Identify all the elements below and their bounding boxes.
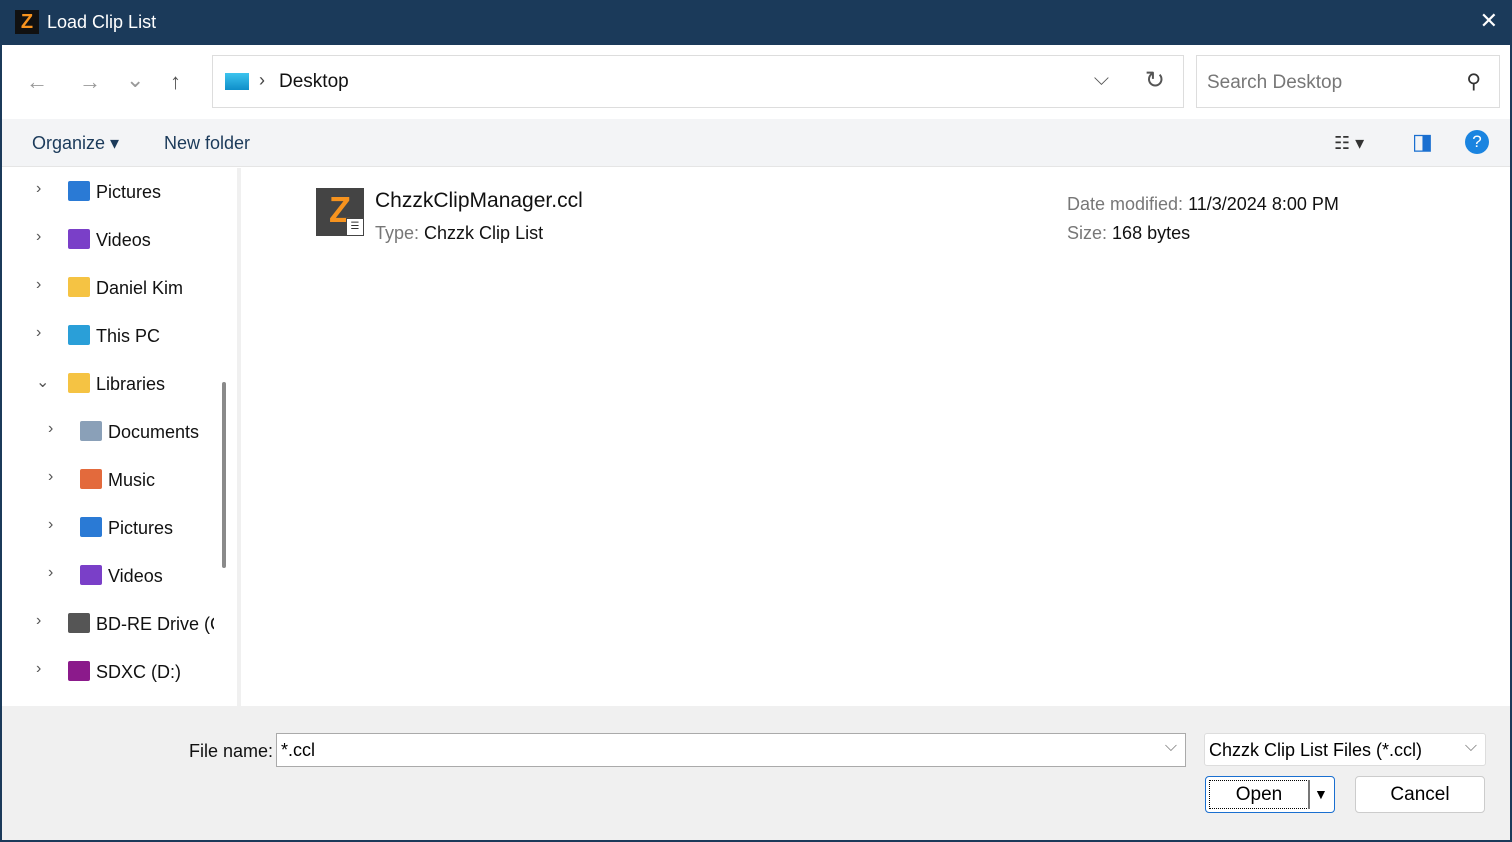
window-title: Load Clip List: [47, 12, 157, 32]
expand-chevron-icon[interactable]: ›: [48, 468, 53, 486]
date-label: Date modified:: [1067, 194, 1184, 214]
sidebar-item-label: Videos: [108, 566, 163, 586]
chevron-down-icon[interactable]: ⌵: [1165, 738, 1177, 756]
file-name-label: File name:: [189, 741, 274, 761]
sidebar-item-label: Videos: [96, 230, 151, 250]
back-button[interactable]: ←: [26, 69, 48, 95]
preview-pane-button[interactable]: ◨: [1412, 129, 1433, 155]
cancel-button[interactable]: Cancel: [1355, 776, 1485, 813]
pane-divider[interactable]: [237, 168, 241, 706]
close-button[interactable]: ✕: [1480, 8, 1498, 34]
file-type: Chzzk Clip List: [424, 223, 544, 243]
folder-icon: [68, 373, 90, 393]
expand-chevron-icon[interactable]: ›: [48, 516, 53, 534]
file-date: 11/3/2024 8:00 PM: [1188, 194, 1339, 214]
sidebar-item[interactable]: › This PC: [2, 312, 214, 360]
disc-drive-icon: [68, 613, 90, 633]
open-label: Open: [1209, 780, 1309, 809]
type-label: Type:: [375, 223, 420, 243]
pictures-icon: [80, 517, 102, 537]
dialog-window: Z Load Clip List ✕ ← → ⌄ ↑ › Desktop ⌵ ↻…: [0, 0, 1512, 842]
sidebar-item-label: Pictures: [108, 518, 174, 538]
sidebar-item[interactable]: › Pictures: [2, 168, 214, 216]
sd-card-icon: [68, 661, 90, 681]
videos-icon: [80, 565, 102, 585]
dialog-footer: File name: *.ccl ⌵ Chzzk Clip List Files …: [2, 706, 1510, 840]
refresh-button[interactable]: ↻: [1145, 66, 1165, 95]
pictures-icon: [68, 181, 90, 201]
title-bar: Z Load Clip List ✕: [2, 0, 1512, 45]
sidebar-item[interactable]: › Pictures: [2, 504, 214, 552]
expand-chevron-icon[interactable]: ›: [48, 564, 53, 582]
sidebar-item-label: Pictures: [96, 182, 162, 202]
sidebar-item-label: Libraries: [96, 374, 166, 394]
sidebar-scrollbar[interactable]: [222, 382, 226, 568]
search-input[interactable]: Search Desktop ⚲: [1196, 55, 1500, 108]
command-bar: Organize ▾ New folder ☷ ▾ ◨ ?: [2, 119, 1510, 167]
sidebar-item[interactable]: › BD-RE Drive (G: [2, 600, 214, 648]
chevron-down-icon: ⌵: [1464, 738, 1477, 755]
expand-chevron-icon[interactable]: ›: [36, 276, 41, 294]
expand-chevron-icon[interactable]: ›: [36, 180, 41, 198]
up-button[interactable]: ↑: [170, 69, 181, 95]
sidebar-item[interactable]: › Music: [2, 456, 214, 504]
sidebar-item[interactable]: › SDXC (D:): [2, 648, 214, 696]
new-folder-button[interactable]: New folder: [164, 133, 250, 154]
open-dropdown-icon[interactable]: ▼: [1314, 777, 1328, 812]
file-list: Z ☰ ChzzkClipManager.ccl Type: Chzzk Clip…: [242, 168, 1510, 706]
breadcrumb-desktop[interactable]: Desktop: [279, 71, 349, 93]
forward-button[interactable]: →: [79, 69, 101, 95]
videos-icon: [68, 229, 90, 249]
music-icon: [80, 469, 102, 489]
help-button[interactable]: ?: [1465, 130, 1489, 154]
view-options-button[interactable]: ☷ ▾: [1334, 133, 1364, 154]
sidebar-item-label: SDXC (D:): [96, 662, 181, 682]
navigation-bar: ← → ⌄ ↑ › Desktop ⌵ ↻ Search Desktop ⚲: [2, 45, 1510, 119]
file-type-select[interactable]: Chzzk Clip List Files (*.ccl) ⌵: [1204, 733, 1486, 766]
desktop-icon: [225, 73, 249, 90]
sidebar-item[interactable]: › Documents: [2, 408, 214, 456]
expand-chevron-icon[interactable]: ›: [36, 660, 41, 678]
organize-button[interactable]: Organize ▾: [32, 133, 119, 154]
sidebar-item[interactable]: › Videos: [2, 216, 214, 264]
sidebar-item-label: Music: [108, 470, 156, 490]
expand-chevron-icon[interactable]: ›: [36, 324, 41, 342]
file-size: 168 bytes: [1112, 223, 1191, 243]
folder-icon: [68, 277, 90, 297]
search-placeholder: Search Desktop: [1207, 72, 1343, 93]
size-label: Size:: [1067, 223, 1108, 243]
ccl-file-icon: Z ☰: [316, 188, 364, 236]
sidebar-item[interactable]: › Videos: [2, 552, 214, 600]
recent-locations-button[interactable]: ⌄: [126, 67, 144, 93]
open-button[interactable]: Open ▼: [1205, 776, 1335, 813]
expand-chevron-icon[interactable]: ›: [36, 612, 41, 630]
expand-chevron-icon[interactable]: ›: [36, 228, 41, 246]
list-badge-icon: ☰: [346, 218, 364, 236]
address-bar[interactable]: › Desktop ⌵ ↻: [212, 55, 1184, 108]
sidebar-item-label: This PC: [96, 326, 161, 346]
sidebar-item-label: BD-RE Drive (G: [96, 614, 214, 634]
monitor-icon: [68, 325, 90, 345]
search-icon[interactable]: ⚲: [1466, 69, 1481, 94]
file-name-input[interactable]: *.ccl ⌵: [276, 733, 1186, 767]
sidebar-item-label: Daniel Kim: [96, 278, 184, 298]
app-icon: Z: [15, 10, 39, 34]
sidebar-item[interactable]: ⌄ Libraries: [2, 360, 214, 408]
expand-chevron-icon[interactable]: ⌄: [36, 372, 49, 392]
expand-chevron-icon[interactable]: ›: [48, 420, 53, 438]
sidebar-item[interactable]: › Daniel Kim: [2, 264, 214, 312]
documents-icon: [80, 421, 102, 441]
address-dropdown-icon[interactable]: ⌵: [1094, 68, 1109, 91]
navigation-pane: › Pictures › Videos › Daniel Kim › This PC ⌄…: [2, 168, 214, 706]
file-name: ChzzkClipManager.ccl: [375, 189, 583, 212]
sidebar-item-label: Documents: [108, 422, 200, 442]
breadcrumb-separator: ›: [259, 70, 265, 90]
